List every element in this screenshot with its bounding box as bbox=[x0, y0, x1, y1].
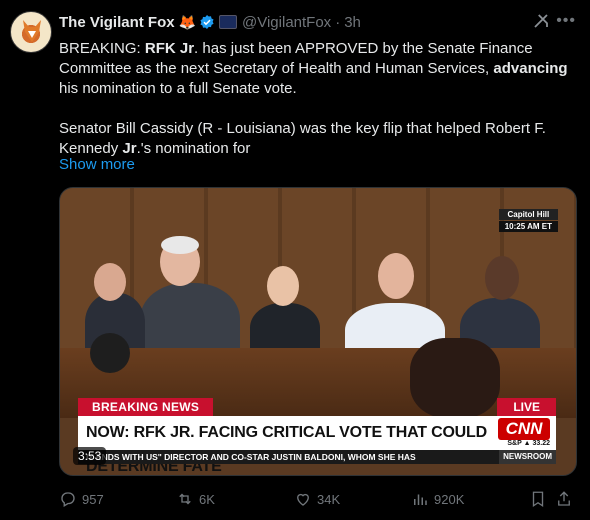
video-duration: 3:53 bbox=[73, 447, 107, 465]
live-label: LIVE bbox=[497, 398, 556, 416]
like-icon bbox=[297, 493, 309, 506]
bug-time: 10:25 AM ET bbox=[498, 221, 558, 232]
photographer-head bbox=[90, 333, 130, 373]
network-logo: CNN bbox=[498, 418, 550, 440]
senator-hair bbox=[161, 236, 199, 254]
separator-dot: · bbox=[335, 13, 341, 31]
tweet-header: The Vigilant Fox 🦊 @VigilantFox · 3h ••• bbox=[59, 12, 580, 32]
action-bar: 957 6K 34K 920K bbox=[59, 490, 579, 512]
repost-button[interactable]: 6K bbox=[176, 490, 215, 508]
location-bug: Capitol Hill 10:25 AM ET bbox=[498, 209, 558, 232]
tweet-paragraph-1: BREAKING: RFK Jr. has just been APPROVED… bbox=[59, 40, 568, 97]
repost-count: 6K bbox=[199, 491, 215, 507]
views-button[interactable]: 920K bbox=[411, 490, 464, 508]
scott-head bbox=[485, 256, 519, 300]
grok-icon[interactable] bbox=[532, 12, 550, 30]
views-count: 920K bbox=[434, 491, 465, 507]
market-indicator: S&P ▲ 33.22 bbox=[507, 440, 550, 447]
flag-badge-icon[interactable] bbox=[219, 15, 238, 29]
share-button[interactable] bbox=[555, 490, 573, 508]
staffer-head bbox=[94, 263, 126, 301]
fox-logo-icon bbox=[23, 20, 41, 42]
show-more-link[interactable]: Show more bbox=[59, 156, 135, 173]
views-icon bbox=[414, 494, 427, 505]
author-handle[interactable]: @VigilantFox bbox=[242, 14, 331, 31]
chyron-headline: NOW: RFK JR. FACING CRITICAL VOTE THAT C… bbox=[78, 416, 556, 475]
repost-icon bbox=[179, 493, 191, 505]
tweet-paragraph-2: Senator Bill Cassidy (R - Louisiana) was… bbox=[59, 120, 546, 157]
news-ticker: IT ENDS WITH US" DIRECTOR AND CO-STAR JU… bbox=[78, 450, 556, 464]
woman-head bbox=[267, 266, 299, 306]
like-count: 34K bbox=[317, 491, 341, 507]
reply-count: 957 bbox=[82, 491, 104, 507]
tweet-text: BREAKING: RFK Jr. has just been APPROVED… bbox=[59, 39, 579, 159]
verified-icon[interactable] bbox=[199, 14, 215, 30]
share-icon bbox=[558, 491, 570, 506]
thune-head bbox=[378, 253, 414, 299]
avatar[interactable] bbox=[10, 11, 52, 53]
reply-button[interactable]: 957 bbox=[59, 490, 104, 508]
breaking-news-label: BREAKING NEWS bbox=[78, 398, 214, 416]
author-emoji: 🦊 bbox=[178, 13, 197, 30]
bookmark-icon bbox=[532, 491, 544, 508]
like-button[interactable]: 34K bbox=[294, 490, 340, 508]
reply-icon bbox=[61, 492, 75, 507]
foreground-reporter bbox=[410, 338, 500, 418]
ticker-tag: NEWSROOM bbox=[499, 450, 556, 464]
bookmark-button[interactable] bbox=[529, 490, 547, 508]
more-icon[interactable]: ••• bbox=[556, 12, 576, 30]
video-player[interactable]: Capitol Hill 10:25 AM ET BREAKING NEWS L… bbox=[59, 187, 577, 476]
bug-location: Capitol Hill bbox=[498, 209, 558, 220]
tweet-time[interactable]: 3h bbox=[344, 14, 361, 31]
author-name[interactable]: The Vigilant Fox bbox=[59, 14, 175, 31]
